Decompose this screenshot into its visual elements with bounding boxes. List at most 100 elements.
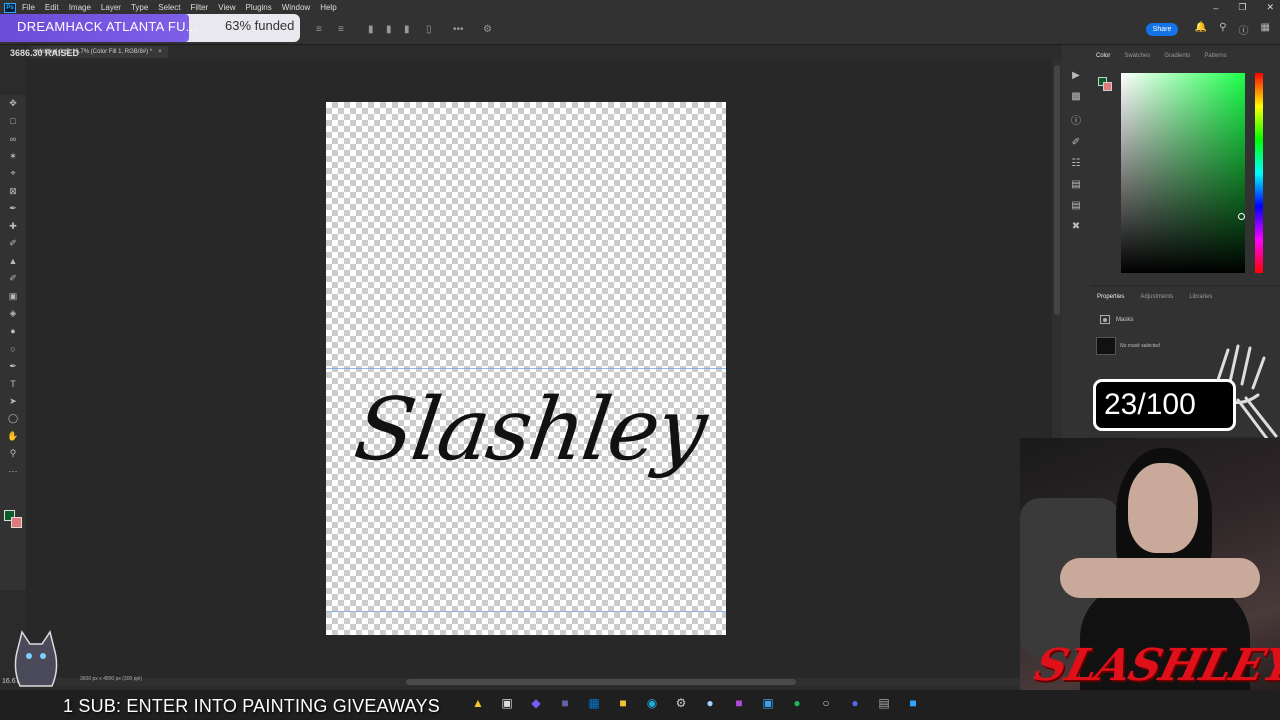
tab-libraries[interactable]: Libraries — [1189, 294, 1212, 300]
window-icon[interactable]: ▣ — [499, 696, 515, 710]
folder-icon[interactable]: ▲ — [470, 696, 486, 710]
tab-properties[interactable]: Properties — [1097, 294, 1124, 300]
tab-adjustments[interactable]: Adjustments — [1140, 294, 1173, 300]
spotify-icon[interactable]: ● — [789, 696, 805, 710]
gear-icon[interactable]: ⚙ — [483, 24, 492, 35]
paint-bucket-tool-icon[interactable]: ◈ — [0, 305, 26, 323]
type-tool-icon[interactable]: T — [0, 375, 26, 393]
more-options-icon[interactable]: ••• — [453, 24, 464, 35]
tab-color[interactable]: Color — [1096, 53, 1110, 59]
align-center-icon[interactable]: ≡ — [338, 24, 344, 35]
minimize-icon[interactable]: – — [1213, 3, 1218, 13]
menu-file[interactable]: File — [22, 3, 35, 12]
align-left-icon[interactable]: ≡ — [316, 24, 322, 35]
brush-settings-icon[interactable]: ✐ — [1072, 137, 1080, 148]
app-icon[interactable]: ■ — [731, 696, 747, 710]
hand-tool-icon[interactable]: ✋ — [0, 428, 26, 446]
lasso-tool-icon[interactable]: ∞ — [0, 130, 26, 148]
scroll-thumb[interactable] — [406, 679, 796, 685]
menu-window[interactable]: Window — [282, 3, 310, 12]
search-icon[interactable]: ⚲ — [1219, 22, 1226, 37]
color-swatches[interactable] — [4, 510, 24, 530]
background-color[interactable] — [11, 517, 22, 528]
edge-icon[interactable]: ◉ — [644, 696, 660, 710]
hue-slider[interactable] — [1255, 73, 1263, 273]
color-picker-cursor[interactable] — [1238, 213, 1245, 220]
scroll-thumb[interactable] — [1054, 65, 1060, 315]
menu-help[interactable]: Help — [320, 3, 336, 12]
bell-icon[interactable]: 🔔 — [1195, 22, 1207, 37]
frame-tool-icon[interactable]: ⊠ — [0, 183, 26, 201]
distribute-spacing-icon[interactable]: ▯ — [426, 24, 432, 35]
share-button[interactable]: Share — [1146, 23, 1178, 36]
tools-icon[interactable]: ✖ — [1072, 221, 1080, 232]
streamer-logo: SLASHLEY — [1029, 640, 1280, 691]
tab-swatches[interactable]: Swatches — [1124, 53, 1150, 59]
panel-background-swatch[interactable] — [1103, 82, 1112, 91]
comment-icon[interactable]: ▩ — [1071, 91, 1080, 102]
play-icon[interactable]: ▶ — [1072, 70, 1080, 81]
help-icon[interactable]: ⓘ — [1239, 22, 1249, 37]
masks-label: Masks — [1116, 316, 1134, 323]
dodge-tool-icon[interactable]: ○ — [0, 340, 26, 358]
menu-layer[interactable]: Layer — [101, 3, 121, 12]
menu-type[interactable]: Type — [131, 3, 148, 12]
move-tool-icon[interactable]: ✥ — [0, 95, 26, 113]
window-controls: – ❐ ✕ — [1213, 0, 1274, 15]
color-field[interactable] — [1121, 73, 1245, 273]
menu-edit[interactable]: Edit — [45, 3, 59, 12]
brush-tool-icon[interactable]: ✐ — [0, 235, 26, 253]
explorer-icon[interactable]: ■ — [615, 696, 631, 710]
eyedropper-tool-icon[interactable]: ✒ — [0, 200, 26, 218]
webcam-face — [1128, 463, 1198, 553]
stamp-tool-icon[interactable]: ▲ — [0, 253, 26, 271]
menu-filter[interactable]: Filter — [191, 3, 209, 12]
tab-close-icon[interactable]: × — [158, 49, 162, 55]
app-icon[interactable]: ▣ — [760, 696, 776, 710]
steam-icon[interactable]: ⚙ — [673, 696, 689, 710]
zoom-tool-icon[interactable]: ⚲ — [0, 445, 26, 463]
document-tabs: Untitled-1 @ 16.7% (Color Fill 1, RGB/8#… — [26, 45, 1052, 59]
store-icon[interactable]: ▦ — [586, 696, 602, 710]
healing-tool-icon[interactable]: ✚ — [0, 218, 26, 236]
horizontal-scrollbar[interactable] — [26, 678, 1052, 686]
menu-select[interactable]: Select — [158, 3, 180, 12]
blur-tool-icon[interactable]: ● — [0, 323, 26, 341]
crop-tool-icon[interactable]: ⌖ — [0, 165, 26, 183]
copilot-icon[interactable]: ◆ — [528, 696, 544, 710]
tab-patterns[interactable]: Patterns — [1204, 53, 1226, 59]
photoshop-taskbar-icon[interactable]: ■ — [905, 696, 921, 710]
teams-icon[interactable]: ■ — [557, 696, 573, 710]
app-icon[interactable]: ○ — [818, 696, 834, 710]
menu-plugins[interactable]: Plugins — [246, 3, 272, 12]
tab-gradients[interactable]: Gradients — [1164, 53, 1190, 59]
adjustments-icon[interactable]: ☷ — [1072, 158, 1081, 169]
distribute-icon[interactable]: ▮ — [368, 24, 374, 35]
webcam-arms — [1060, 558, 1260, 598]
distribute-center-icon[interactable]: ▮ — [386, 24, 392, 35]
layers-icon[interactable]: ▤ — [1071, 179, 1080, 190]
mask-thumbnail[interactable] — [1096, 337, 1116, 355]
discord-icon[interactable]: ● — [847, 696, 863, 710]
info-icon[interactable]: ⓘ — [1071, 112, 1081, 127]
history-brush-tool-icon[interactable]: ✐ — [0, 270, 26, 288]
menu-view[interactable]: View — [218, 3, 235, 12]
distribute-right-icon[interactable]: ▮ — [404, 24, 410, 35]
more-tools-icon[interactable]: ⋯ — [0, 463, 26, 481]
workspace-icon[interactable]: ▦ — [1261, 22, 1270, 37]
marquee-tool-icon[interactable]: □ — [0, 113, 26, 131]
app-icon[interactable]: ● — [702, 696, 718, 710]
path-select-tool-icon[interactable]: ➤ — [0, 393, 26, 411]
channels-icon[interactable]: ▤ — [1071, 200, 1080, 211]
menu-bar: Ps File Edit Image Layer Type Select Fil… — [0, 0, 1280, 15]
menu-image[interactable]: Image — [69, 3, 91, 12]
app-icon[interactable]: ▤ — [876, 696, 892, 710]
taskbar-icons: ▲ ▣ ◆ ■ ▦ ■ ◉ ⚙ ● ■ ▣ ● ○ ● ▤ ■ — [470, 696, 921, 710]
quick-select-tool-icon[interactable]: ✶ — [0, 148, 26, 166]
maximize-icon[interactable]: ❐ — [1238, 2, 1246, 13]
eraser-tool-icon[interactable]: ▣ — [0, 288, 26, 306]
close-icon[interactable]: ✕ — [1266, 2, 1274, 13]
pen-tool-icon[interactable]: ✒ — [0, 358, 26, 376]
shape-tool-icon[interactable]: ◯ — [0, 410, 26, 428]
raised-amount: 3686.30 RAISED — [10, 48, 80, 58]
